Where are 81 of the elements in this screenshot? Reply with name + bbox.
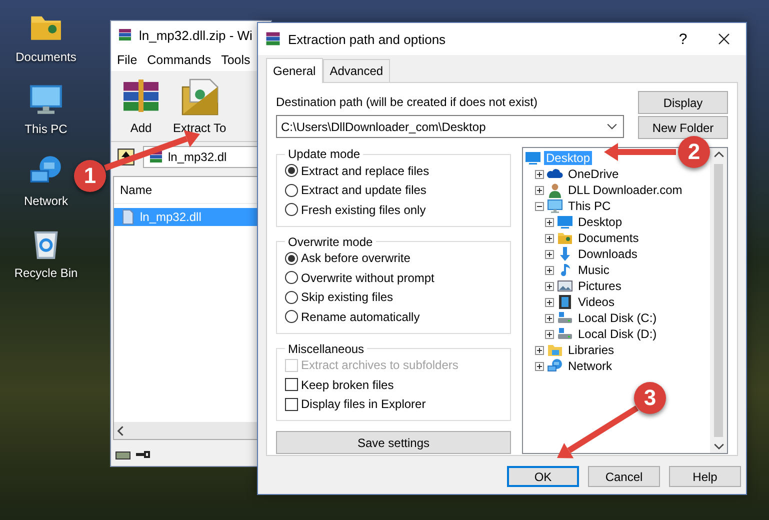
monitor-icon bbox=[557, 214, 573, 230]
side-button[interactable]: Display bbox=[638, 91, 728, 114]
radio-option[interactable]: Extract and update files bbox=[285, 180, 502, 200]
expand-icon[interactable] bbox=[545, 250, 554, 258]
tree-item[interactable]: DLL Downloader.com bbox=[566, 183, 684, 197]
checkbox-option[interactable]: Display files in Explorer bbox=[285, 394, 502, 414]
computer-icon bbox=[29, 82, 63, 116]
tree-item[interactable]: Desktop bbox=[576, 215, 624, 229]
save-settings-button[interactable]: Save settings bbox=[276, 431, 511, 454]
film-icon bbox=[557, 294, 573, 310]
expand-icon[interactable] bbox=[545, 314, 554, 322]
globe-icon bbox=[547, 358, 563, 374]
desktop-icon-label[interactable]: Recycle Bin bbox=[14, 266, 78, 280]
expand-icon[interactable] bbox=[545, 234, 554, 242]
radio-option[interactable]: Skip existing files bbox=[285, 288, 502, 307]
dialog-button[interactable]: OK bbox=[507, 466, 579, 487]
side-button[interactable]: New Folder bbox=[638, 116, 728, 139]
scrollbar-thumb[interactable] bbox=[714, 164, 723, 437]
archive-icon bbox=[117, 27, 133, 43]
radio-option[interactable]: Fresh existing files only bbox=[285, 200, 502, 220]
tree-item[interactable]: Pictures bbox=[576, 279, 624, 293]
drive-icon bbox=[557, 326, 573, 342]
group-title: Overwrite mode bbox=[287, 234, 374, 248]
collapse-icon[interactable] bbox=[535, 202, 544, 210]
extract-folder-icon bbox=[180, 77, 220, 117]
desktop-icon-label[interactable]: Documents bbox=[16, 50, 76, 64]
window-title: ln_mp32.dll.zip - Wi bbox=[139, 28, 252, 42]
destination-path-field[interactable]: C:\Users\DllDownloader_com\Desktop bbox=[276, 115, 624, 138]
expand-icon[interactable] bbox=[535, 186, 544, 194]
dialog-button[interactable]: Help bbox=[669, 466, 741, 487]
tree-item[interactable]: Local Disk (C:) bbox=[576, 311, 659, 325]
radio-option[interactable]: Extract and replace files bbox=[285, 161, 502, 180]
file-icon bbox=[120, 209, 136, 225]
dialog-button[interactable]: Cancel bbox=[588, 466, 660, 487]
desktop-icon-label[interactable]: Network bbox=[24, 194, 68, 208]
archive-icon bbox=[148, 149, 164, 165]
tree-item[interactable]: Downloads bbox=[576, 247, 640, 261]
toolbar-button[interactable]: Extract To bbox=[173, 77, 226, 135]
toolbar-button[interactable]: Add bbox=[121, 77, 161, 135]
expand-icon[interactable] bbox=[545, 266, 554, 274]
close-icon bbox=[716, 31, 732, 47]
computer-icon bbox=[547, 198, 563, 214]
dialog-title: Extraction path and options bbox=[288, 32, 447, 46]
expand-icon[interactable] bbox=[545, 282, 554, 290]
menu-item[interactable]: File bbox=[117, 53, 138, 67]
radio-option[interactable]: Overwrite without prompt bbox=[285, 268, 502, 288]
menu-item[interactable]: Tools bbox=[221, 53, 250, 67]
monitor-icon bbox=[525, 150, 541, 166]
menu-item[interactable]: Commands bbox=[147, 53, 212, 67]
download-arrow-icon bbox=[557, 246, 573, 262]
group-title: Update mode bbox=[287, 147, 362, 161]
person-icon bbox=[547, 182, 563, 198]
tab[interactable]: General bbox=[266, 58, 323, 83]
folder-icon bbox=[547, 342, 563, 358]
tree-item[interactable]: Videos bbox=[576, 295, 616, 309]
expand-icon[interactable] bbox=[535, 346, 544, 354]
tree-item[interactable]: Local Disk (D:) bbox=[576, 327, 659, 341]
expand-icon[interactable] bbox=[535, 362, 544, 370]
tree-item[interactable]: Network bbox=[566, 359, 614, 373]
expand-icon[interactable] bbox=[545, 330, 554, 338]
checkbox-option[interactable]: Keep broken files bbox=[285, 375, 502, 394]
radio-option[interactable]: Rename automatically bbox=[285, 307, 502, 326]
tree-item[interactable]: Libraries bbox=[566, 343, 616, 357]
group-title: Miscellaneous bbox=[287, 342, 366, 356]
picture-icon bbox=[557, 278, 573, 294]
drive-icon bbox=[557, 310, 573, 326]
tree-item[interactable]: This PC bbox=[566, 199, 613, 213]
archive-icon bbox=[264, 30, 282, 48]
tree-item[interactable]: Documents bbox=[576, 231, 641, 245]
expand-icon[interactable] bbox=[545, 218, 554, 226]
help-button[interactable]: ? bbox=[668, 30, 698, 48]
folder-icon bbox=[557, 230, 573, 246]
expand-icon[interactable] bbox=[545, 298, 554, 306]
tab[interactable]: Advanced bbox=[322, 59, 390, 82]
tree-item[interactable]: OneDrive bbox=[566, 167, 621, 181]
expand-icon[interactable] bbox=[535, 170, 544, 178]
tree-item[interactable]: Music bbox=[576, 263, 612, 277]
annotation-arrow bbox=[604, 143, 676, 161]
destination-label: Destination path (will be created if does not exist) bbox=[276, 95, 538, 109]
radio-option[interactable]: Ask before overwrite bbox=[285, 248, 502, 268]
desktop-icon-label[interactable]: This PC bbox=[24, 122, 68, 136]
